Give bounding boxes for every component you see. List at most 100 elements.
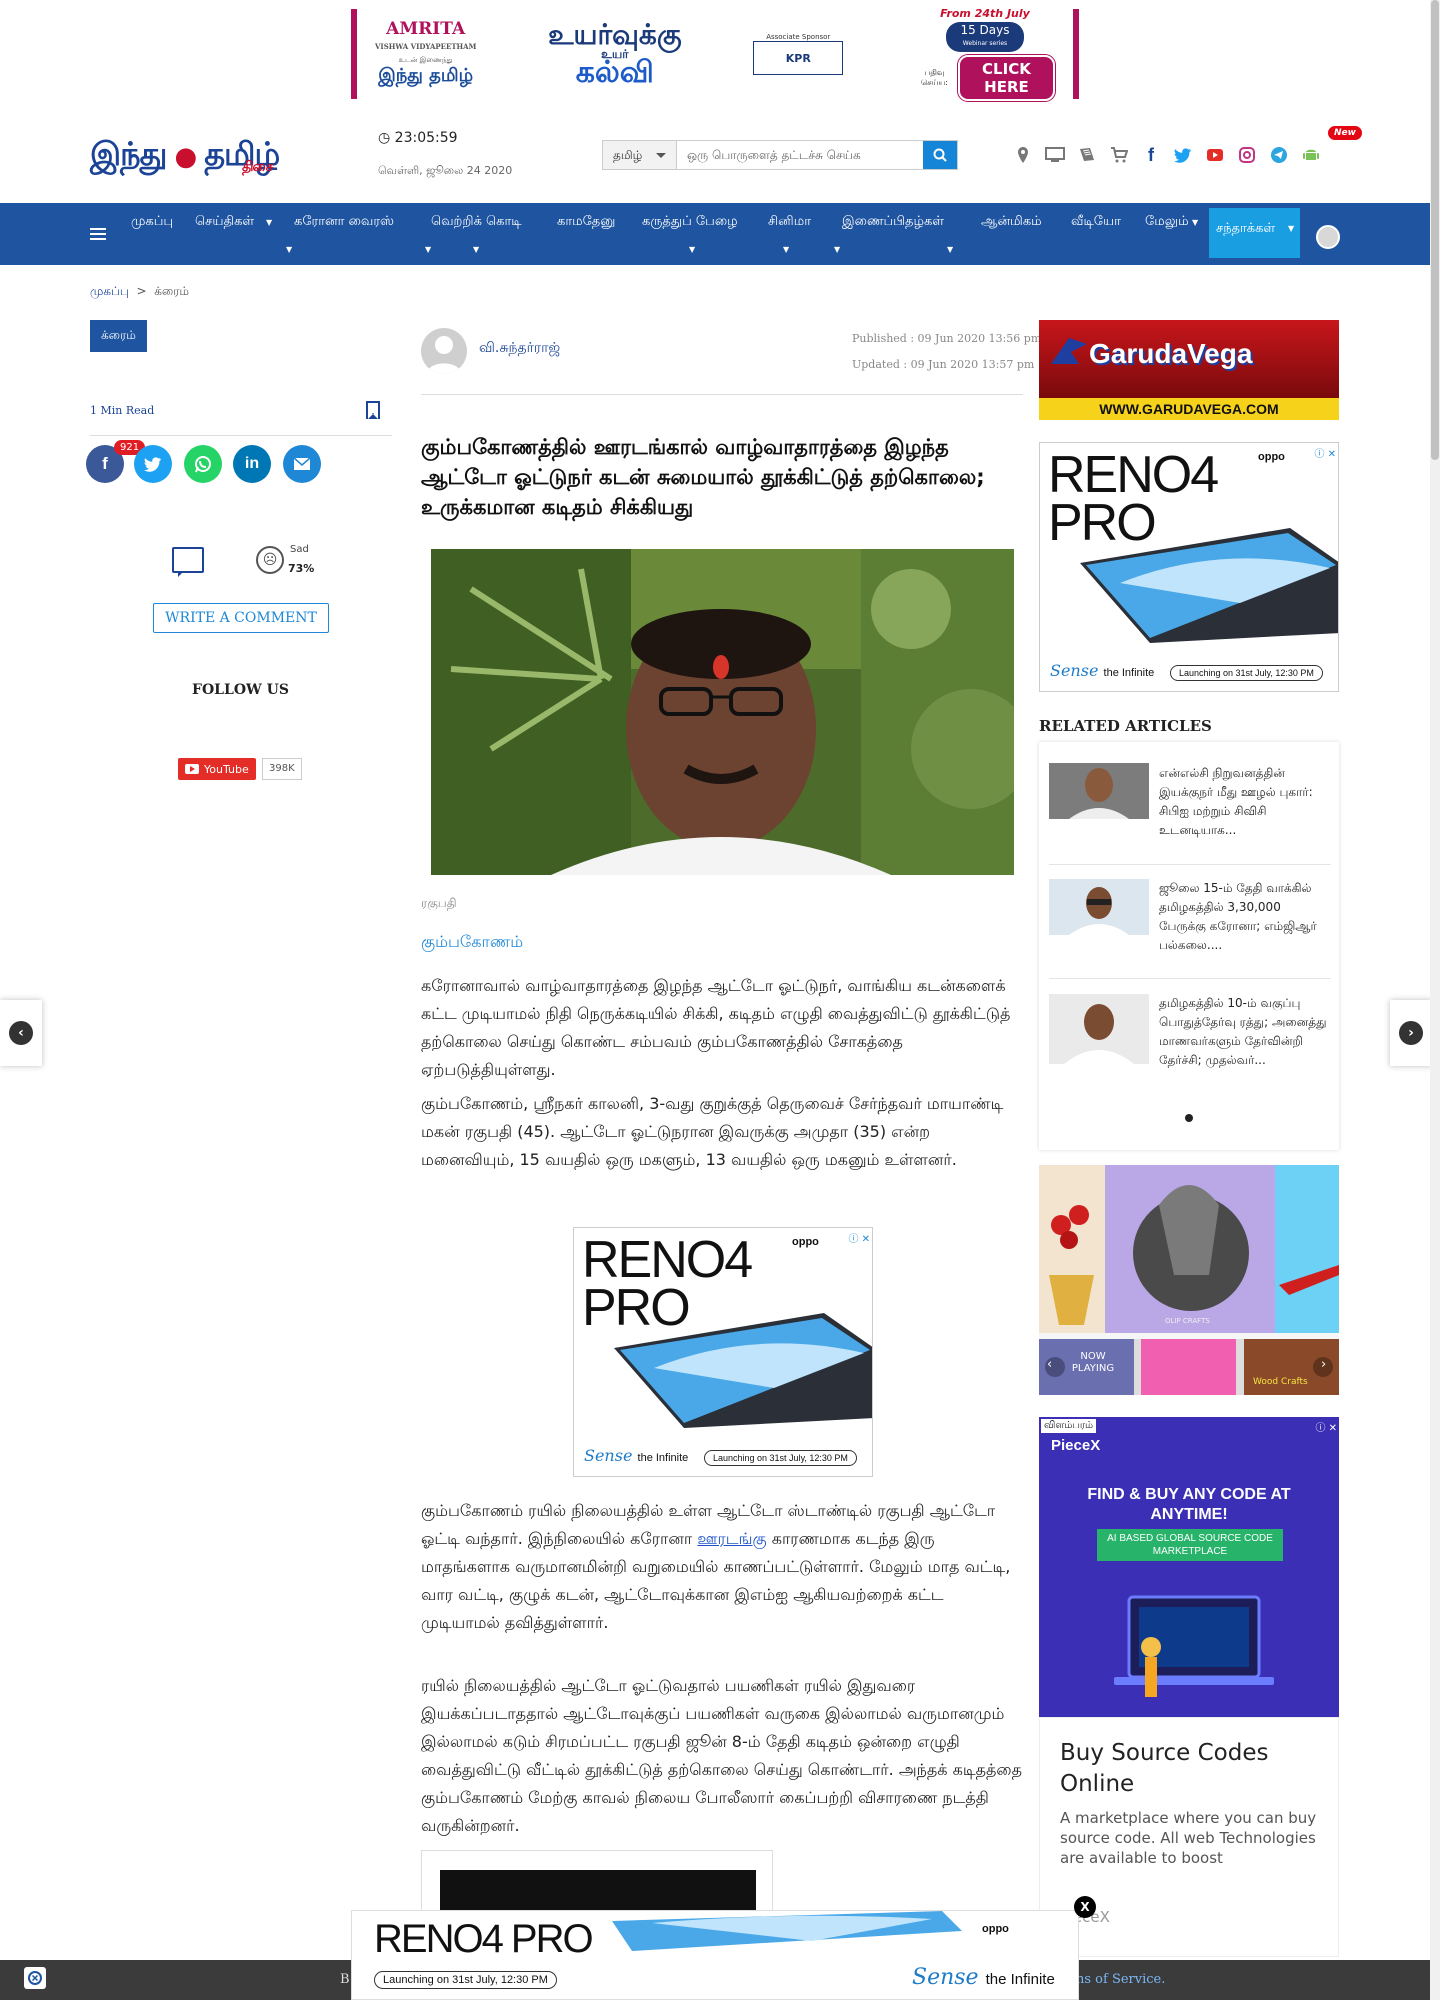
sponsor-label: Associate Sponsor — [766, 33, 831, 41]
sense-tagline: Sense the Infinite — [584, 1446, 688, 1465]
ad-label: விளம்பரம் — [1041, 1419, 1097, 1433]
search-button[interactable] — [923, 141, 957, 169]
nav-item-corona[interactable]: கரோனா வைரஸ் — [294, 214, 394, 230]
epaper-icon[interactable] — [1074, 142, 1100, 168]
garudavega-ad[interactable]: GarudaVega WWW.GARUDAVEGA.COM — [1039, 320, 1339, 420]
ad-choices-icon[interactable]: ⓘ ✕ — [1314, 445, 1336, 460]
comment-icon[interactable] — [172, 547, 204, 573]
language-select[interactable]: தமிழ் — [603, 141, 677, 169]
chevron-left-icon[interactable]: ‹ — [1047, 1357, 1052, 1372]
launch-info: Launching on 31st July, 12:30 PM — [1170, 665, 1323, 681]
related-title[interactable]: என்எல்சி நிறுவனத்தின் இயக்குநர் மீது ஊழல… — [1159, 764, 1331, 840]
nav-item-supplements[interactable]: இணைப்பிதழ்கள் — [842, 214, 944, 230]
chevron-down-icon: ▼ — [783, 245, 790, 254]
hamburger-menu-icon[interactable] — [90, 226, 106, 245]
terms-of-service-link[interactable]: ns of Service. — [1076, 1972, 1165, 1987]
youtube-label: YouTube — [204, 762, 249, 776]
share-email-button[interactable] — [283, 445, 321, 483]
category-tag[interactable]: க்ரைம் — [90, 320, 147, 352]
search-input[interactable]: ஒரு பொருளைத் தட்டச்சு செய்க — [677, 141, 923, 169]
from-date: From 24th July — [940, 7, 1030, 20]
share-twitter-button[interactable] — [134, 445, 172, 483]
series: Webinar series — [962, 40, 1008, 47]
nav-item-news[interactable]: செய்திகள் — [195, 214, 254, 230]
sense-tagline: Sense the Infinite — [1050, 661, 1154, 680]
next-article-button[interactable]: › — [1390, 1000, 1432, 1066]
chevron-right-icon[interactable]: › — [1321, 1357, 1326, 1372]
search-icon — [933, 148, 947, 162]
youtube-icon[interactable] — [1202, 142, 1228, 168]
dateline-place[interactable]: கும்பகோணம் — [421, 932, 523, 953]
top-banner-ad[interactable]: AMRITA VISHWA VIDYAPEETHAM உடன் இணைந்து இ… — [351, 7, 1079, 101]
author-avatar[interactable] — [421, 328, 467, 374]
click-here-button[interactable]: CLICK HERE — [957, 55, 1055, 101]
chevron-down-icon: ▼ — [834, 245, 841, 254]
ad-choices-icon[interactable]: ⓘ ✕ — [1315, 1419, 1337, 1434]
sad-face-icon[interactable]: ☹ — [256, 546, 284, 574]
scrollbar-thumb[interactable] — [1431, 0, 1439, 460]
share-linkedin-button[interactable]: in — [233, 445, 271, 483]
facebook-icon: f — [102, 454, 108, 473]
ad-choices-icon[interactable]: ⓘ ✕ — [848, 1230, 870, 1245]
phone-image — [1080, 528, 1338, 643]
right-reno-ad[interactable]: ⓘ ✕ oppo RENO4 PRO Sense the Infinite Lau… — [1039, 442, 1339, 692]
nav-item-vetri-kodi[interactable]: வெற்றிக் கொடி — [431, 214, 522, 230]
related-title[interactable]: தமிழகத்தில் 10-ம் வகுப்பு பொதுத்தேர்வு ர… — [1159, 994, 1331, 1098]
inline-ad[interactable]: ⓘ ✕ oppo RENO4 PRO Sense the Infinite Lau… — [573, 1227, 873, 1477]
telegram-icon[interactable] — [1266, 142, 1292, 168]
location-icon[interactable] — [1010, 142, 1036, 168]
facebook-icon[interactable]: f — [1138, 142, 1164, 168]
related-thumb[interactable] — [1049, 763, 1149, 819]
nav-item-kamadhenu[interactable]: காமதேனு — [557, 214, 615, 230]
new-badge: New — [1328, 126, 1362, 140]
author-name[interactable]: வி.சுந்தர்ராஜ் — [479, 340, 560, 358]
nav-item-video[interactable]: வீடியோ — [1071, 214, 1121, 230]
garudavega-url: WWW.GARUDAVEGA.COM — [1039, 398, 1339, 420]
hindu-tamil-small: இந்து தமிழ் — [378, 65, 474, 86]
related-thumb[interactable] — [1049, 994, 1149, 1064]
related-title[interactable]: ஜூலை 15-ம் தேதி வாக்கில் தமிழகத்தில் 3,3… — [1159, 879, 1331, 955]
twitter-icon[interactable] — [1170, 142, 1196, 168]
piecex-tagline: AI BASED GLOBAL SOURCE CODE MARKETPLACE — [1097, 1529, 1283, 1561]
close-ad-icon[interactable] — [24, 1967, 46, 1989]
instagram-icon[interactable] — [1234, 142, 1260, 168]
article-headline: கும்பகோணத்தில் ஊரடங்கால் வாழ்வாதாரத்தை இ… — [421, 435, 985, 519]
reaction-label: Sad — [290, 544, 309, 555]
share-whatsapp-button[interactable] — [184, 445, 222, 483]
related-thumb[interactable] — [1049, 879, 1149, 935]
nav-item-spiritual[interactable]: ஆன்மிகம் — [981, 214, 1042, 230]
photo-caption: ரகுபதி — [421, 896, 457, 910]
close-sticky-ad-button[interactable]: X — [1074, 1896, 1096, 1918]
article-paragraph-2: கும்பகோணம், ஸ்ரீநகர் காலனி, 3-வது குறுக்… — [421, 1094, 1004, 1169]
register-row: பதிவு செய்ய: CLICK HERE — [915, 55, 1055, 101]
cart-icon[interactable] — [1106, 142, 1132, 168]
prev-article-button[interactable]: ‹ — [0, 1000, 42, 1066]
sticky-bottom-ad[interactable]: RENO4 PRO Launching on 31st July, 12:30 … — [351, 1910, 1079, 2000]
desktop-icon[interactable] — [1042, 142, 1068, 168]
nav-item-opinion[interactable]: கருத்துப் பேழை — [642, 214, 738, 230]
craft-brand-label: OLIP CRAFTS — [1165, 1317, 1210, 1325]
nav-item-cinema[interactable]: சினிமா — [768, 214, 811, 230]
breadcrumb-home[interactable]: முகப்பு — [90, 284, 129, 298]
piecex-ad[interactable]: விளம்பரம் ⓘ ✕ PieceX FIND & BUY ANY CODE… — [1039, 1417, 1339, 1717]
lockdown-link[interactable]: ஊரடங்கு — [697, 1529, 766, 1548]
craft-video-ad[interactable]: ‹ › NOW PLAYING OLIP CRAFTS Wood Crafts — [1039, 1165, 1339, 1395]
days: 15 Days — [960, 23, 1010, 37]
breadcrumb-current[interactable]: க்ரைம் — [154, 284, 189, 298]
android-icon[interactable] — [1298, 142, 1324, 168]
site-logo[interactable]: இந்து ● தமிழ் திசை — [90, 132, 310, 176]
article-paragraph-4: ரயில் நிலையத்தில் ஆட்டோ ஓட்டுவதால் பயணிக… — [421, 1676, 1022, 1835]
piecex-title[interactable]: Buy Source Codes Online — [1060, 1738, 1320, 1800]
email-icon — [293, 457, 311, 470]
reno-title: RENO4 PRO — [374, 1917, 594, 1961]
nav-item-more[interactable]: மேலும் — [1145, 214, 1189, 230]
chevron-down-icon: ▼ — [1288, 224, 1295, 233]
youtube-subscribe-button[interactable]: YouTube — [178, 758, 256, 780]
write-comment-button[interactable]: WRITE A COMMENT — [153, 603, 329, 633]
header-icons: f — [1010, 142, 1324, 168]
piecex-headline: FIND & BUY ANY CODE AT ANYTIME! — [1087, 1486, 1291, 1523]
nav-item-home[interactable]: முகப்பு — [131, 214, 173, 230]
youtube-count: 398K — [262, 758, 302, 780]
carousel-dot[interactable] — [1185, 1114, 1193, 1122]
user-avatar[interactable] — [1316, 225, 1340, 249]
